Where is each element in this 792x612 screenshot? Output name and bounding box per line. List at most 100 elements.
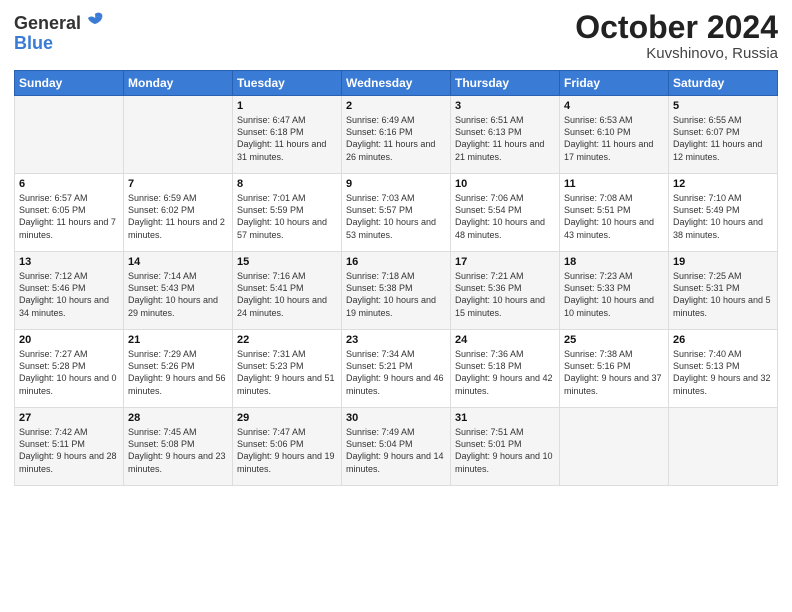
calendar-table: Sunday Monday Tuesday Wednesday Thursday… [14,70,778,486]
day-content: Sunrise: 7:21 AM Sunset: 5:36 PM Dayligh… [455,270,555,319]
table-row: 1Sunrise: 6:47 AM Sunset: 6:18 PM Daylig… [233,96,342,174]
page-container: General Blue October 2024 Kuvshinovo, Ru… [0,0,792,494]
day-number: 12 [673,178,773,190]
calendar-week-row: 13Sunrise: 7:12 AM Sunset: 5:46 PM Dayli… [15,252,778,330]
day-number: 5 [673,100,773,112]
day-content: Sunrise: 7:14 AM Sunset: 5:43 PM Dayligh… [128,270,228,319]
day-content: Sunrise: 6:51 AM Sunset: 6:13 PM Dayligh… [455,114,555,163]
logo-bird-icon [84,10,106,32]
day-number: 25 [564,334,664,346]
day-number: 18 [564,256,664,268]
day-content: Sunrise: 7:40 AM Sunset: 5:13 PM Dayligh… [673,348,773,397]
day-content: Sunrise: 6:55 AM Sunset: 6:07 PM Dayligh… [673,114,773,163]
day-content: Sunrise: 7:47 AM Sunset: 5:06 PM Dayligh… [237,426,337,475]
day-number: 11 [564,178,664,190]
header-tuesday: Tuesday [233,71,342,96]
day-number: 19 [673,256,773,268]
calendar-week-row: 1Sunrise: 6:47 AM Sunset: 6:18 PM Daylig… [15,96,778,174]
day-number: 28 [128,412,228,424]
header-saturday: Saturday [669,71,778,96]
day-content: Sunrise: 7:01 AM Sunset: 5:59 PM Dayligh… [237,192,337,241]
day-number: 4 [564,100,664,112]
day-content: Sunrise: 6:57 AM Sunset: 6:05 PM Dayligh… [19,192,119,241]
day-number: 8 [237,178,337,190]
day-content: Sunrise: 7:51 AM Sunset: 5:01 PM Dayligh… [455,426,555,475]
day-content: Sunrise: 7:38 AM Sunset: 5:16 PM Dayligh… [564,348,664,397]
table-row [124,96,233,174]
weekday-header-row: Sunday Monday Tuesday Wednesday Thursday… [15,71,778,96]
header-sunday: Sunday [15,71,124,96]
table-row: 15 Sunrise: 7:16 AM Sunset: 5:41 PM Dayli… [233,252,342,330]
day-number: 26 [673,334,773,346]
table-row: 30 Sunrise: 7:49 AM Sunset: 5:04 PM Dayli… [342,408,451,486]
day-content: Sunrise: 7:25 AM Sunset: 5:31 PM Dayligh… [673,270,773,319]
day-content: Sunrise: 7:45 AM Sunset: 5:08 PM Dayligh… [128,426,228,475]
table-row: 9 Sunrise: 7:03 AM Sunset: 5:57 PM Daylig… [342,174,451,252]
header-monday: Monday [124,71,233,96]
day-content: Sunrise: 7:49 AM Sunset: 5:04 PM Dayligh… [346,426,446,475]
day-content: Sunrise: 7:23 AM Sunset: 5:33 PM Dayligh… [564,270,664,319]
day-number: 13 [19,256,119,268]
day-content: Sunrise: 6:59 AM Sunset: 6:02 PM Dayligh… [128,192,228,241]
day-number: 15 [237,256,337,268]
day-number: 22 [237,334,337,346]
table-row: 23Sunrise: 7:34 AM Sunset: 5:21 PM Dayli… [342,330,451,408]
table-row: 25 Sunrise: 7:38 AM Sunset: 5:16 PM Dayli… [560,330,669,408]
header-thursday: Thursday [451,71,560,96]
day-number: 27 [19,412,119,424]
calendar-week-row: 6 Sunrise: 6:57 AM Sunset: 6:05 PM Daylig… [15,174,778,252]
table-row: 22 Sunrise: 7:31 AM Sunset: 5:23 PM Dayli… [233,330,342,408]
table-row: 16 Sunrise: 7:18 AM Sunset: 5:38 PM Dayli… [342,252,451,330]
table-row: 4 Sunrise: 6:53 AM Sunset: 6:10 PM Daylig… [560,96,669,174]
day-number: 16 [346,256,446,268]
day-number: 6 [19,178,119,190]
day-number: 3 [455,100,555,112]
table-row: 10Sunrise: 7:06 AM Sunset: 5:54 PM Dayli… [451,174,560,252]
day-number: 7 [128,178,228,190]
header-friday: Friday [560,71,669,96]
day-content: Sunrise: 7:36 AM Sunset: 5:18 PM Dayligh… [455,348,555,397]
table-row: 8 Sunrise: 7:01 AM Sunset: 5:59 PM Daylig… [233,174,342,252]
table-row: 18 Sunrise: 7:23 AM Sunset: 5:33 PM Dayli… [560,252,669,330]
day-content: Sunrise: 7:31 AM Sunset: 5:23 PM Dayligh… [237,348,337,397]
day-number: 31 [455,412,555,424]
day-number: 9 [346,178,446,190]
table-row: 21Sunrise: 7:29 AM Sunset: 5:26 PM Dayli… [124,330,233,408]
table-row: 27 Sunrise: 7:42 AM Sunset: 5:11 PM Dayli… [15,408,124,486]
logo-blue-text: Blue [14,33,53,54]
table-row: 3 Sunrise: 6:51 AM Sunset: 6:13 PM Daylig… [451,96,560,174]
table-row: 28 Sunrise: 7:45 AM Sunset: 5:08 PM Dayli… [124,408,233,486]
day-content: Sunrise: 7:34 AM Sunset: 5:21 PM Dayligh… [346,348,446,397]
table-row: 17 Sunrise: 7:21 AM Sunset: 5:36 PM Dayli… [451,252,560,330]
table-row: 12Sunrise: 7:10 AM Sunset: 5:49 PM Dayli… [669,174,778,252]
table-row: 6 Sunrise: 6:57 AM Sunset: 6:05 PM Daylig… [15,174,124,252]
day-number: 14 [128,256,228,268]
title-block: October 2024 Kuvshinovo, Russia [575,10,778,62]
table-row: 13Sunrise: 7:12 AM Sunset: 5:46 PM Dayli… [15,252,124,330]
day-number: 29 [237,412,337,424]
day-number: 30 [346,412,446,424]
day-number: 2 [346,100,446,112]
day-content: Sunrise: 6:47 AM Sunset: 6:18 PM Dayligh… [237,114,337,163]
table-row: 19 Sunrise: 7:25 AM Sunset: 5:31 PM Dayli… [669,252,778,330]
logo-general-text: General [14,13,81,34]
table-row: 20Sunrise: 7:27 AM Sunset: 5:28 PM Dayli… [15,330,124,408]
day-number: 20 [19,334,119,346]
header-wednesday: Wednesday [342,71,451,96]
day-content: Sunrise: 7:42 AM Sunset: 5:11 PM Dayligh… [19,426,119,475]
calendar-week-row: 20Sunrise: 7:27 AM Sunset: 5:28 PM Dayli… [15,330,778,408]
day-content: Sunrise: 7:16 AM Sunset: 5:41 PM Dayligh… [237,270,337,319]
day-content: Sunrise: 7:18 AM Sunset: 5:38 PM Dayligh… [346,270,446,319]
table-row: 2 Sunrise: 6:49 AM Sunset: 6:16 PM Daylig… [342,96,451,174]
table-row: 7 Sunrise: 6:59 AM Sunset: 6:02 PM Daylig… [124,174,233,252]
day-content: Sunrise: 6:49 AM Sunset: 6:16 PM Dayligh… [346,114,446,163]
day-content: Sunrise: 6:53 AM Sunset: 6:10 PM Dayligh… [564,114,664,163]
logo: General Blue [14,10,106,54]
day-number: 17 [455,256,555,268]
header: General Blue October 2024 Kuvshinovo, Ru… [14,10,778,62]
table-row [15,96,124,174]
table-row: 5 Sunrise: 6:55 AM Sunset: 6:07 PM Daylig… [669,96,778,174]
day-content: Sunrise: 7:03 AM Sunset: 5:57 PM Dayligh… [346,192,446,241]
day-content: Sunrise: 7:29 AM Sunset: 5:26 PM Dayligh… [128,348,228,397]
day-number: 24 [455,334,555,346]
